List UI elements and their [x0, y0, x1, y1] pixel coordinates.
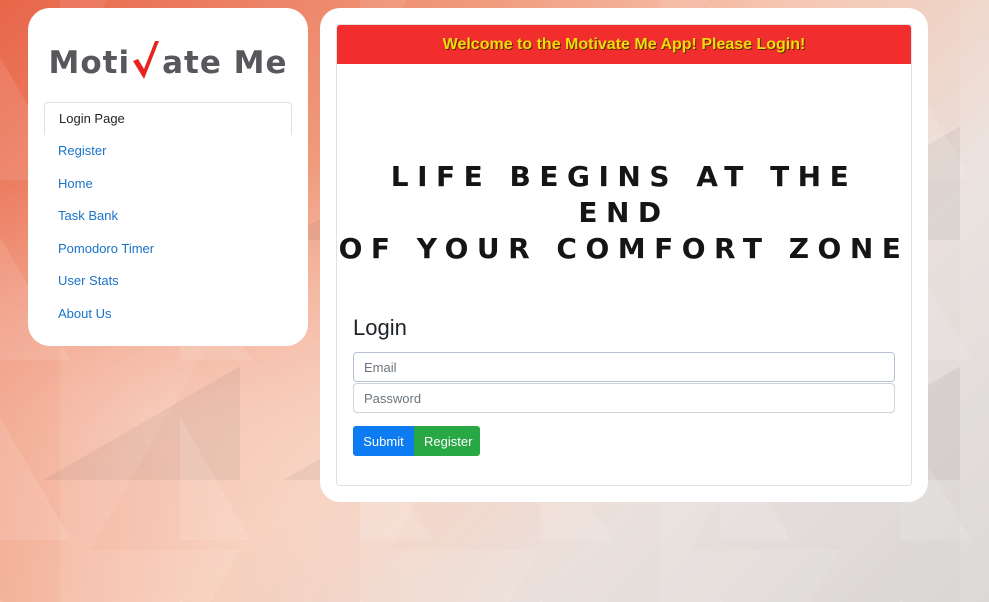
checkmark-icon: [131, 39, 161, 81]
password-field[interactable]: [353, 383, 895, 413]
register-button[interactable]: Register: [414, 426, 480, 456]
login-heading: Login: [353, 315, 407, 340]
logo-text-right: ate Me: [162, 45, 288, 81]
sidebar-item-about-us[interactable]: About Us: [44, 297, 292, 330]
quote-line-1: LIFE BEGINS AT THE END: [390, 160, 858, 229]
sidebar-item-user-stats[interactable]: User Stats: [44, 265, 292, 298]
email-field[interactable]: [353, 352, 895, 382]
sidebar: Moti ate Me Login Page Register Home Tas…: [28, 8, 308, 346]
sidebar-item-register[interactable]: Register: [44, 135, 292, 168]
login-card: Welcome to the Motivate Me App! Please L…: [336, 24, 912, 486]
quote-line-2: OF YOUR COMFORT ZONE: [338, 232, 910, 265]
sidebar-item-home[interactable]: Home: [44, 167, 292, 200]
sidebar-item-task-bank[interactable]: Task Bank: [44, 200, 292, 233]
welcome-banner: Welcome to the Motivate Me App! Please L…: [337, 25, 911, 64]
main-panel: Welcome to the Motivate Me App! Please L…: [320, 8, 928, 502]
motivational-quote-image: LIFE BEGINS AT THE END OF YOUR COMFORT Z…: [337, 159, 911, 267]
app-logo: Moti ate Me: [44, 24, 292, 96]
sidebar-nav: Login Page Register Home Task Bank Pomod…: [44, 102, 292, 330]
submit-button[interactable]: Submit: [353, 426, 414, 456]
sidebar-item-pomodoro-timer[interactable]: Pomodoro Timer: [44, 232, 292, 265]
sidebar-item-login-page[interactable]: Login Page: [44, 102, 292, 135]
logo-text-left: Moti: [48, 45, 131, 81]
